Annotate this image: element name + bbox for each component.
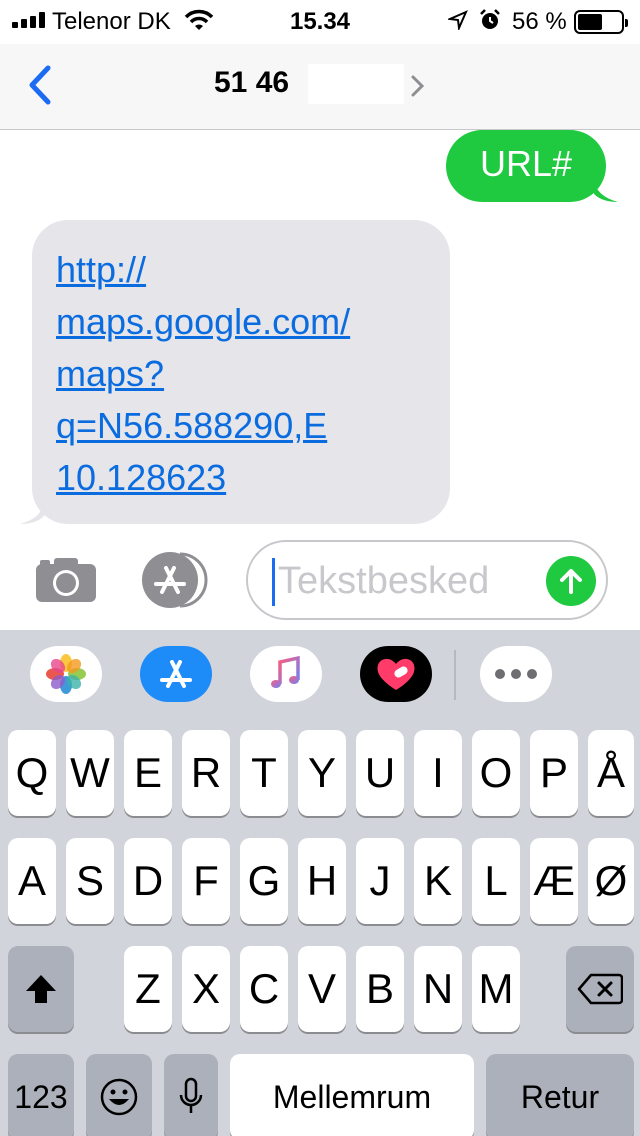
keyboard: Q W E R T Y U I O P Å A S D F G H J K L … bbox=[0, 720, 640, 1136]
key-v[interactable]: V bbox=[298, 946, 346, 1032]
app-store-button[interactable] bbox=[140, 550, 210, 610]
camera-icon[interactable] bbox=[34, 556, 98, 609]
status-bar: Telenor DK 15.34 56 % bbox=[0, 0, 640, 44]
key-n[interactable]: N bbox=[414, 946, 462, 1032]
link-line: maps? bbox=[56, 353, 165, 394]
key-i[interactable]: I bbox=[414, 730, 462, 816]
shift-arrow-icon bbox=[26, 975, 56, 1003]
delete-key[interactable] bbox=[566, 946, 634, 1032]
numbers-key[interactable]: 123 bbox=[8, 1054, 74, 1136]
key-f[interactable]: F bbox=[182, 838, 230, 924]
redacted-area bbox=[308, 64, 404, 104]
alarm-clock-icon bbox=[478, 8, 502, 37]
outgoing-message-bubble[interactable]: URL# bbox=[446, 130, 618, 202]
key-r[interactable]: R bbox=[182, 730, 230, 816]
message-placeholder: Tekstbesked bbox=[278, 560, 490, 602]
music-app-button[interactable] bbox=[250, 646, 322, 702]
backspace-icon bbox=[577, 973, 623, 1005]
shift-key[interactable] bbox=[8, 946, 74, 1032]
key-ae[interactable]: Æ bbox=[530, 838, 578, 924]
key-x[interactable]: X bbox=[182, 946, 230, 1032]
key-h[interactable]: H bbox=[298, 838, 346, 924]
maps-link[interactable]: http:// maps.google.com/ maps? q=N56.588… bbox=[56, 244, 426, 504]
digital-touch-app-button[interactable] bbox=[360, 646, 432, 702]
bubble-tail bbox=[20, 502, 44, 524]
emoji-face-icon bbox=[100, 1078, 138, 1116]
key-o[interactable]: O bbox=[472, 730, 520, 816]
more-apps-button[interactable] bbox=[480, 646, 552, 702]
key-y[interactable]: Y bbox=[298, 730, 346, 816]
key-b[interactable]: B bbox=[356, 946, 404, 1032]
key-l[interactable]: L bbox=[472, 838, 520, 924]
link-line: 10.128623 bbox=[56, 457, 227, 498]
key-q[interactable]: Q bbox=[8, 730, 56, 816]
music-note-icon bbox=[271, 655, 300, 688]
back-button[interactable] bbox=[22, 62, 62, 108]
app-store-icon bbox=[160, 660, 192, 688]
key-s[interactable]: S bbox=[66, 838, 114, 924]
dictation-key[interactable] bbox=[164, 1054, 218, 1136]
battery-icon bbox=[574, 10, 628, 34]
outgoing-message-text: URL# bbox=[479, 143, 573, 184]
key-z[interactable]: Z bbox=[124, 946, 172, 1032]
signal-strength-icon bbox=[12, 12, 45, 28]
key-g[interactable]: G bbox=[240, 838, 288, 924]
emoji-key[interactable] bbox=[86, 1054, 152, 1136]
app-store-icon bbox=[142, 552, 208, 608]
key-m[interactable]: M bbox=[472, 946, 520, 1032]
key-a[interactable]: A bbox=[8, 838, 56, 924]
text-caret bbox=[272, 558, 275, 606]
key-k[interactable]: K bbox=[414, 838, 462, 924]
key-j[interactable]: J bbox=[356, 838, 404, 924]
ellipsis-icon bbox=[495, 669, 537, 679]
send-button[interactable] bbox=[546, 556, 596, 606]
contact-name[interactable]: 51 46 bbox=[214, 66, 289, 100]
clock: 15.34 bbox=[289, 8, 351, 35]
bubble-tail bbox=[594, 180, 618, 202]
key-p[interactable]: P bbox=[530, 730, 578, 816]
arrow-up-icon bbox=[560, 569, 582, 594]
space-key[interactable]: Mellemrum bbox=[230, 1054, 474, 1136]
app-store-app-button[interactable] bbox=[140, 646, 212, 702]
link-line: maps.google.com/ bbox=[56, 301, 351, 342]
chevron-left-icon bbox=[29, 65, 51, 105]
imessage-app-drawer bbox=[0, 630, 640, 720]
incoming-message-bubble: http:// maps.google.com/ maps? q=N56.588… bbox=[20, 220, 450, 524]
key-u[interactable]: U bbox=[356, 730, 404, 816]
message-input[interactable]: Tekstbesked bbox=[246, 540, 608, 620]
link-line: q=N56.588290,E bbox=[56, 405, 328, 446]
key-d[interactable]: D bbox=[124, 838, 172, 924]
microphone-icon bbox=[179, 1077, 203, 1113]
location-arrow-icon bbox=[446, 10, 468, 35]
navigation-bar: 51 46 bbox=[0, 44, 640, 130]
photos-app-button[interactable] bbox=[30, 646, 102, 702]
battery-percent: 56 % bbox=[512, 8, 567, 35]
wifi-icon bbox=[184, 8, 214, 37]
return-key[interactable]: Retur bbox=[486, 1054, 634, 1136]
carrier-name: Telenor DK bbox=[52, 8, 171, 35]
message-composer: Tekstbesked bbox=[0, 530, 640, 630]
drawer-divider bbox=[454, 650, 456, 700]
key-e[interactable]: E bbox=[124, 730, 172, 816]
key-c[interactable]: C bbox=[240, 946, 288, 1032]
key-w[interactable]: W bbox=[66, 730, 114, 816]
key-aa[interactable]: Å bbox=[588, 730, 634, 816]
photos-icon bbox=[46, 654, 86, 694]
heart-icon bbox=[377, 658, 415, 690]
key-oe[interactable]: Ø bbox=[588, 838, 634, 924]
link-line: http:// bbox=[56, 249, 147, 290]
chevron-right-icon[interactable] bbox=[410, 74, 426, 103]
key-t[interactable]: T bbox=[240, 730, 288, 816]
